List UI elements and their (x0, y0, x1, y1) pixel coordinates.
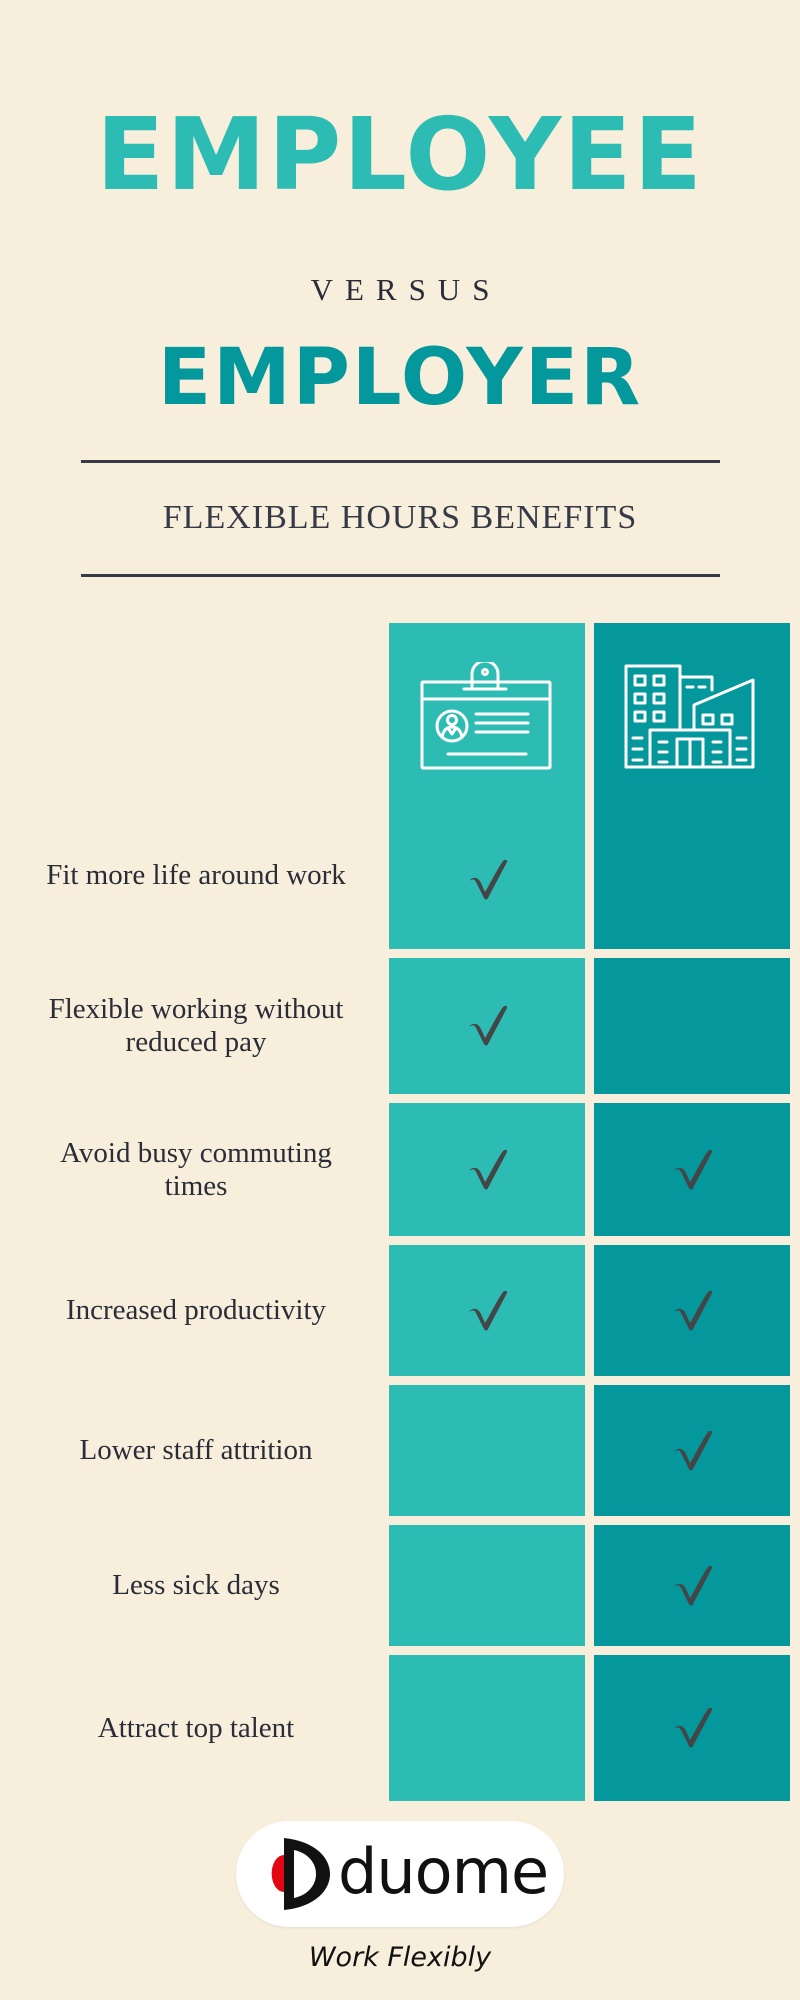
checkmark-icon (463, 857, 511, 905)
employer-cell (594, 958, 790, 1094)
checkmark-icon (463, 1003, 511, 1051)
employee-cell (389, 1655, 585, 1801)
versus-label: VERSUS (310, 272, 502, 307)
employee-cell (389, 1385, 585, 1516)
title-employee: EMPLOYEE (96, 96, 704, 213)
benefit-label: Attract top talent (97, 1711, 295, 1744)
checkmark-icon (463, 1288, 511, 1336)
divider-bottom (81, 574, 720, 577)
benefit-label: Avoid busy commuting times (60, 1136, 332, 1202)
checkmark-icon (463, 1147, 511, 1195)
duome-logo-mark-icon (271, 1838, 330, 1910)
subtitle: FLEXIBLE HOURS BENEFITS (162, 499, 638, 536)
benefit-label: Flexible working without reduced pay (48, 993, 344, 1058)
title-employer: EMPLOYER (157, 333, 643, 423)
checkmark-icon (668, 1563, 716, 1611)
id-badge-icon (420, 662, 552, 770)
checkmark-icon (668, 1428, 716, 1476)
benefit-label: Lower staff attrition (79, 1434, 313, 1466)
benefit-label: Fit more life around work (46, 858, 346, 891)
checkmark-icon (668, 1705, 716, 1753)
checkmark-icon (668, 1288, 716, 1336)
benefit-label: Less sick days (112, 1569, 280, 1601)
checkmark-icon (668, 1147, 716, 1195)
tagline: Work Flexibly (308, 1942, 492, 1973)
divider-top (81, 460, 720, 463)
duome-logo-text: duome (338, 1835, 549, 1908)
employee-cell (389, 1525, 585, 1646)
office-building-icon (624, 664, 755, 769)
benefit-label: Increased productivity (65, 1294, 327, 1326)
